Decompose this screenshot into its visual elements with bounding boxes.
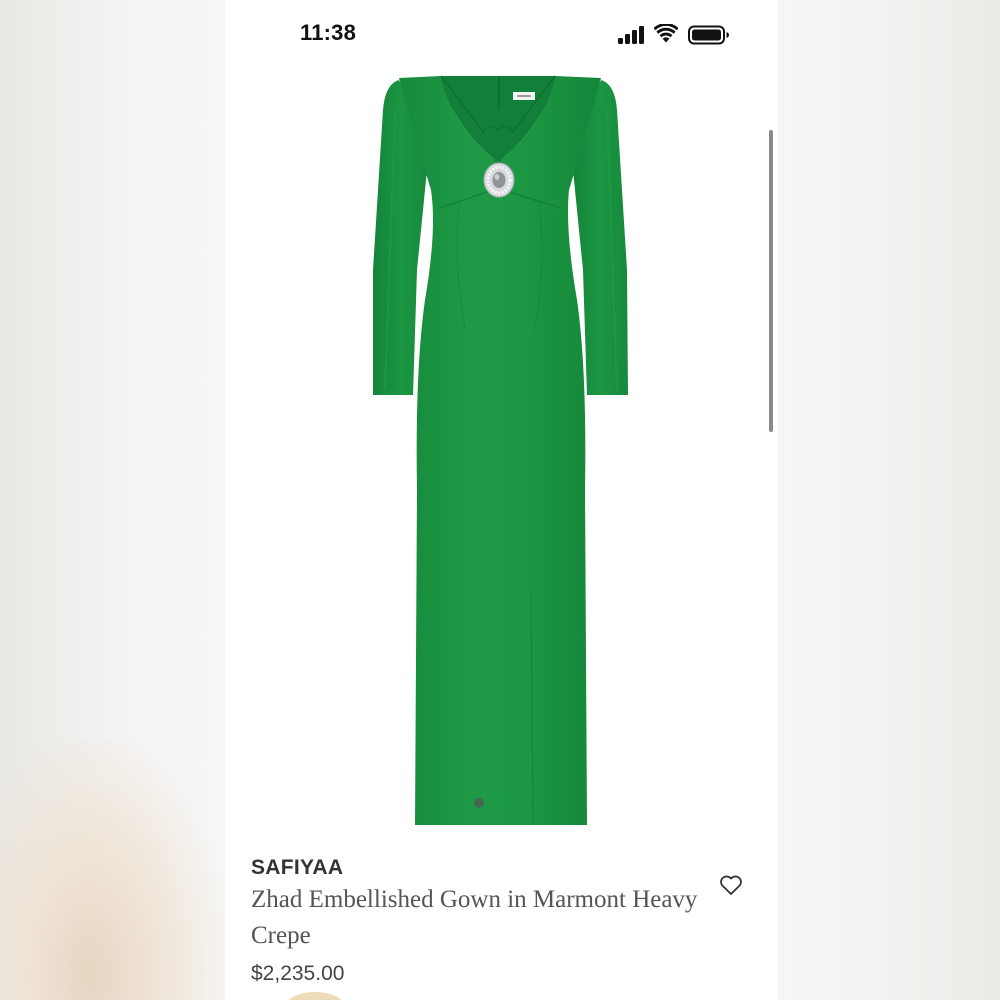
- product-image[interactable]: [355, 70, 645, 840]
- scrollbar[interactable]: [769, 130, 773, 432]
- partially-visible-element: [285, 992, 345, 1000]
- status-bar: 11:38: [225, 0, 778, 70]
- blurred-background: [0, 740, 225, 1000]
- cellular-signal-icon: [618, 26, 644, 44]
- product-brand: SAFIYAA: [251, 856, 344, 879]
- battery-icon: [688, 25, 729, 45]
- product-price: $2,235.00: [251, 962, 345, 985]
- heart-icon[interactable]: [719, 874, 743, 896]
- wifi-icon: [654, 24, 678, 43]
- screenshot-page: 11:38 SAFIYAA Zhad Embellished Gown in M…: [0, 0, 1000, 1000]
- phone-screen: 11:38 SAFIYAA Zhad Embellished Gown in M…: [225, 0, 778, 1000]
- crystal-brooch: [483, 162, 515, 198]
- status-time: 11:38: [300, 20, 357, 45]
- product-name[interactable]: Zhad Embellished Gown in Marmont Heavy C…: [251, 882, 711, 954]
